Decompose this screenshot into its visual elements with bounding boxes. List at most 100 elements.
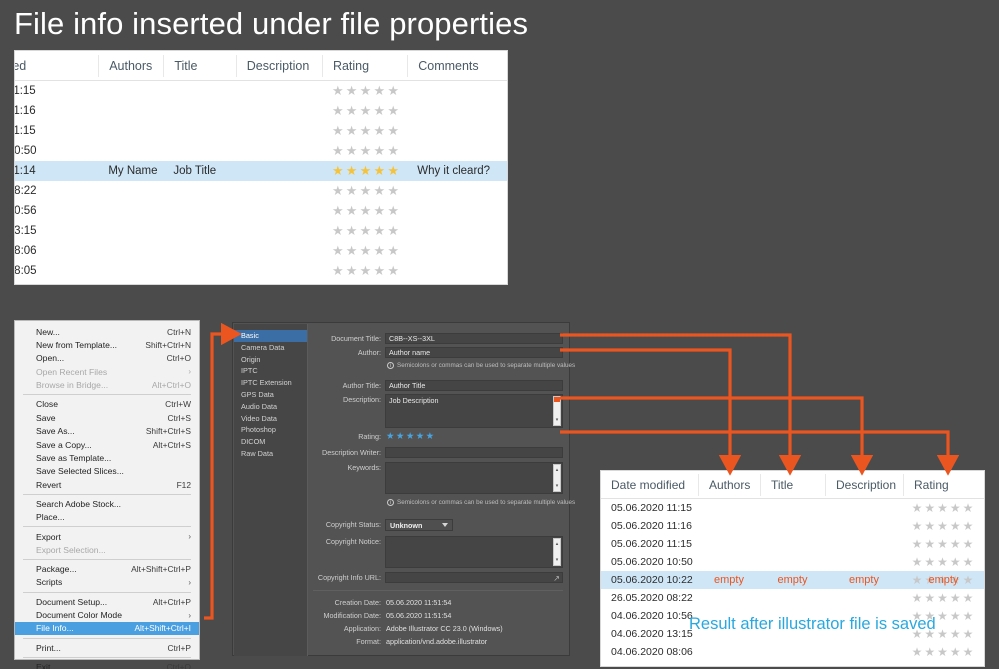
menu-item-place[interactable]: Place... xyxy=(15,511,199,524)
menu-item-close[interactable]: Close Ctrl+W xyxy=(15,398,199,411)
column-header-date-modified[interactable]: Date modified xyxy=(601,474,698,496)
table-row[interactable]: 2020 11:14 My Name Job Title ★★★★★ Why it cl… xyxy=(15,161,507,181)
category-item-basic[interactable]: Basic xyxy=(234,330,307,342)
column-header-authors[interactable]: Authors xyxy=(98,54,163,77)
author-title-input[interactable]: Author Title xyxy=(385,380,563,391)
column-header-title[interactable]: Title xyxy=(163,54,235,77)
menu-item-document-setup[interactable]: Document Setup... Alt+Ctrl+P xyxy=(15,595,199,608)
illustrator-file-menu[interactable]: New... Ctrl+N New from Template... Shift+Ct… xyxy=(14,320,200,669)
description-scroll-down-icon[interactable]: ▾ xyxy=(556,415,559,425)
table-row[interactable]: 2020 08:22 ★★★★★ xyxy=(15,181,507,201)
description-writer-input[interactable] xyxy=(385,447,563,458)
category-item-iptc-extension[interactable]: IPTC Extension xyxy=(234,377,307,389)
category-item-iptc[interactable]: IPTC xyxy=(234,365,307,377)
star-icon-group[interactable]: ★★★★★ xyxy=(332,163,401,178)
column-header-description[interactable]: Description xyxy=(825,473,903,496)
star-icon-group[interactable]: ★★★★★ xyxy=(912,591,976,605)
menu-item-exit[interactable]: Exit Ctrl+Q xyxy=(15,660,199,669)
star-icon-group[interactable]: ★★★★★ xyxy=(332,223,401,238)
category-item-dicom[interactable]: DICOM xyxy=(234,436,307,448)
table-row[interactable]: 2020 10:50 ★★★★★ xyxy=(15,141,507,161)
menu-item-save-as-template[interactable]: Save as Template... xyxy=(15,451,199,464)
keywords-textarea[interactable]: ▴ ▾ xyxy=(385,462,563,494)
star-icon-group[interactable]: ★★★★★ xyxy=(332,203,401,218)
go-to-url-icon[interactable]: ↗ xyxy=(553,574,560,582)
rating-stars[interactable]: ★★★★★ xyxy=(386,431,436,442)
author-input[interactable]: Author name xyxy=(385,347,563,358)
menu-item-document-color-mode[interactable]: Document Color Mode › xyxy=(15,608,199,621)
table-row[interactable]: 2020 13:15 ★★★★★ xyxy=(15,221,507,241)
table-row[interactable]: 2020 11:15 ★★★★★ xyxy=(15,81,507,101)
menu-item-package[interactable]: Package... Alt+Shift+Ctrl+P xyxy=(15,562,199,575)
table-row[interactable]: 05.06.2020 11:15 ★★★★★ xyxy=(601,535,984,553)
menu-item-export[interactable]: Export › xyxy=(15,530,199,543)
keywords-scroll-down-icon[interactable]: ▾ xyxy=(556,481,559,491)
star-icon-group[interactable]: ★★★★★ xyxy=(912,501,976,515)
copyright-notice-textarea[interactable]: ▴ ▾ xyxy=(385,536,563,568)
category-item-audio-data[interactable]: Audio Data xyxy=(234,401,307,413)
keywords-scroll-up-icon[interactable]: ▴ xyxy=(556,465,559,475)
column-header-comments[interactable]: Comments xyxy=(407,54,507,77)
star-icon-group[interactable]: ★★★★★ xyxy=(912,519,976,533)
cell-comments xyxy=(407,101,507,121)
column-header-authors[interactable]: Authors xyxy=(698,473,760,496)
menu-item-save-selected-slices[interactable]: Save Selected Slices... xyxy=(15,465,199,478)
table-row[interactable]: 2020 11:15 ★★★★★ xyxy=(15,121,507,141)
menu-item-file-info[interactable]: File Info... Alt+Shift+Ctrl+I xyxy=(15,621,199,636)
column-header-modified[interactable]: modified xyxy=(15,55,98,77)
star-icon-group[interactable]: ★★★★★ xyxy=(332,243,401,258)
menu-item-print[interactable]: Print... Ctrl+P xyxy=(15,641,199,654)
file-info-dialog[interactable]: Basic Camera Data Origin IPTC IPTC Extension… xyxy=(232,322,575,656)
table-row[interactable]: 05.06.2020 11:16 ★★★★★ xyxy=(601,517,984,535)
menu-item-new-from-template[interactable]: New from Template... Shift+Ctrl+N xyxy=(15,338,199,351)
table-row[interactable]: 2020 11:16 ★★★★★ xyxy=(15,101,507,121)
category-item-raw-data[interactable]: Raw Data xyxy=(234,448,307,460)
star-icon-group[interactable]: ★★★★★ xyxy=(332,183,401,198)
menu-item-save-a-copy[interactable]: Save a Copy... Alt+Ctrl+S xyxy=(15,438,199,451)
description-scroll-thumb[interactable] xyxy=(554,397,560,402)
table-row[interactable]: 05.06.2020 11:15 ★★★★★ xyxy=(601,499,984,517)
table-row[interactable]: 05.06.2020 10:50 ★★★★★ xyxy=(601,553,984,571)
table-row[interactable]: 26.05.2020 08:22 ★★★★★ xyxy=(601,589,984,607)
star-icon-group[interactable]: ★★★★★ xyxy=(332,123,401,138)
document-title-input[interactable]: C8B--XS--3XL xyxy=(385,333,563,344)
menu-item-open[interactable]: Open... Ctrl+O xyxy=(15,352,199,365)
menu-item-revert[interactable]: Revert F12 xyxy=(15,478,199,491)
category-item-gps-data[interactable]: GPS Data xyxy=(234,389,307,401)
table-row[interactable]: 04.06.2020 08:06 ★★★★★ xyxy=(601,643,984,661)
menu-item-scripts[interactable]: Scripts › xyxy=(15,576,199,589)
column-header-title[interactable]: Title xyxy=(760,473,825,496)
menu-item-new[interactable]: New... Ctrl+N xyxy=(15,325,199,338)
file-info-category-list[interactable]: Basic Camera Data Origin IPTC IPTC Extension… xyxy=(234,324,308,656)
copyright-notice-scrollbar[interactable]: ▴ ▾ xyxy=(553,538,561,566)
category-item-photoshop[interactable]: Photoshop xyxy=(234,424,307,436)
star-icon-group[interactable]: ★★★★★ xyxy=(912,645,976,659)
star-icon-group[interactable]: ★★★★★ xyxy=(332,143,401,158)
copyright-scroll-up-icon[interactable]: ▴ xyxy=(556,539,559,549)
category-item-camera-data[interactable]: Camera Data xyxy=(234,342,307,354)
table-row[interactable]: 05.06.2020 10:22 empty empty empty ★★★★★ empt… xyxy=(601,571,984,589)
category-item-video-data[interactable]: Video Data xyxy=(234,413,307,425)
table-row[interactable]: 2020 08:05 ★★★★★ xyxy=(15,261,507,281)
column-header-rating[interactable]: Rating xyxy=(903,473,984,496)
description-textarea[interactable]: Job Description ▾ xyxy=(385,394,563,428)
copyright-status-select[interactable]: Unknown xyxy=(385,519,453,531)
keywords-scrollbar[interactable]: ▴ ▾ xyxy=(553,464,561,492)
column-header-rating[interactable]: Rating xyxy=(321,54,407,77)
star-icon-group[interactable]: ★★★★★ xyxy=(332,83,401,98)
menu-item-save[interactable]: Save Ctrl+S xyxy=(15,411,199,424)
description-scrollbar[interactable]: ▾ xyxy=(553,396,561,426)
copyright-url-input[interactable]: ↗ xyxy=(385,572,563,583)
table-row[interactable]: 2020 08:06 ★★★★★ xyxy=(15,241,507,261)
star-icon-group[interactable]: ★★★★★ xyxy=(332,263,401,278)
table-row[interactable]: 2020 10:56 ★★★★★ xyxy=(15,201,507,221)
column-header-description[interactable]: Description xyxy=(235,54,322,77)
star-icon-group[interactable]: ★★★★★ xyxy=(912,555,976,569)
menu-item-save-as[interactable]: Save As... Shift+Ctrl+S xyxy=(15,425,199,438)
star-icon-group[interactable]: ★★★★★ xyxy=(332,103,401,118)
category-item-origin[interactable]: Origin xyxy=(234,354,307,366)
menu-item-search-adobe-stock[interactable]: Search Adobe Stock... xyxy=(15,497,199,510)
star-icon-group[interactable]: ★★★★★ xyxy=(912,537,976,551)
file-info-basic-panel[interactable]: Document Title: C8B--XS--3XL Author: Aut… xyxy=(309,324,575,654)
copyright-scroll-down-icon[interactable]: ▾ xyxy=(556,555,559,565)
